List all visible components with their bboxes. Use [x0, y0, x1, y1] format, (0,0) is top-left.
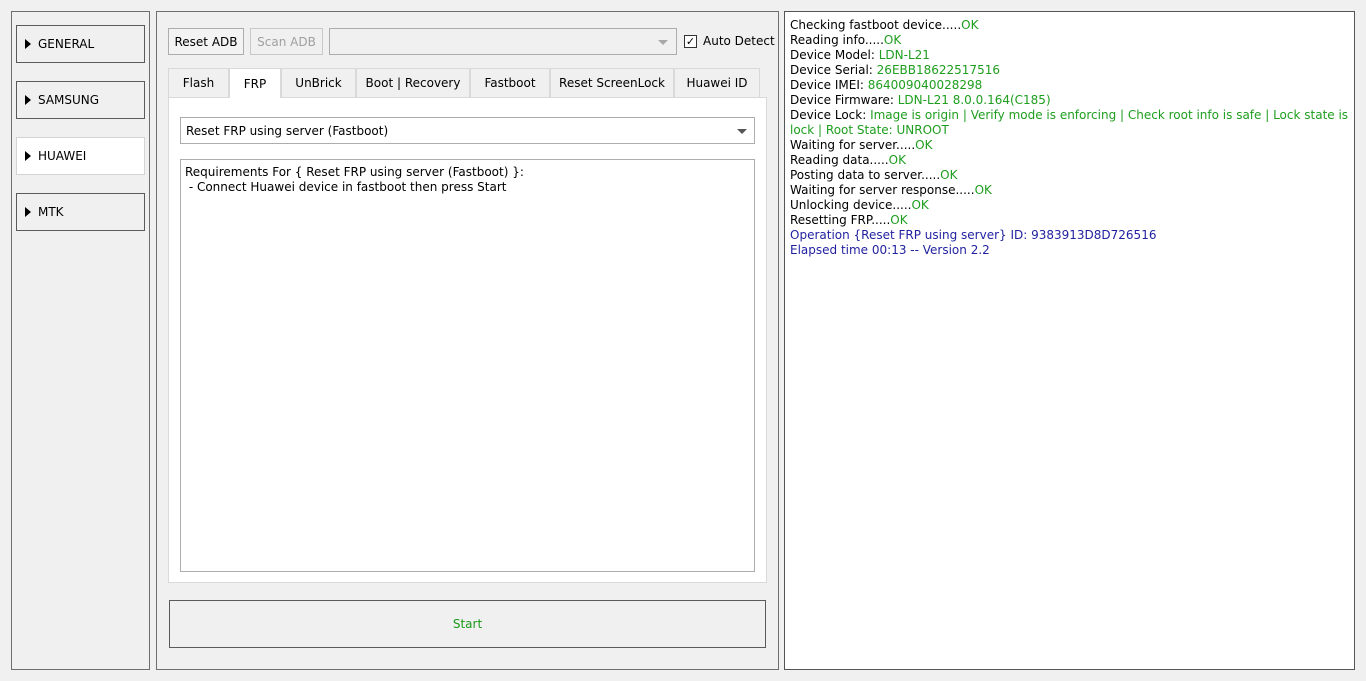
operation-id-line: Operation {Reset FRP using server} ID: 9…	[790, 228, 1157, 242]
device-imei-value: 864009040028298	[867, 78, 983, 92]
requirements-textarea[interactable]: Requirements For { Reset FRP using serve…	[180, 159, 755, 572]
tab-frp[interactable]: FRP	[229, 68, 281, 98]
log-line: Device Firmware: LDN-L21 8.0.0.164(C185)	[790, 93, 1051, 107]
requirements-line: - Connect Huawei device in fastboot then…	[185, 180, 507, 194]
device-model-value: LDN-L21	[878, 48, 930, 62]
status-ok: OK	[888, 153, 906, 167]
device-lock-value: Image is origin | Verify mode is enforci…	[790, 108, 1349, 137]
log-line: Resetting FRP.....OK	[790, 213, 908, 227]
device-serial-value: 26EBB18622517516	[876, 63, 1000, 77]
expand-arrow-icon	[25, 207, 31, 217]
elapsed-time-line: Elapsed time 00:13 -- Version 2.2	[790, 243, 990, 257]
device-select[interactable]	[329, 28, 677, 55]
tab-fastboot[interactable]: Fastboot	[470, 68, 550, 97]
status-ok: OK	[890, 213, 908, 227]
status-ok: OK	[911, 198, 929, 212]
device-firmware-value: LDN-L21 8.0.0.164(C185)	[897, 93, 1051, 107]
log-line: Checking fastboot device.....OK	[790, 18, 979, 32]
sidebar-item-huawei[interactable]: HUAWEI	[16, 137, 145, 175]
tab-flash[interactable]: Flash	[168, 68, 229, 97]
log-line: Posting data to server.....OK	[790, 168, 958, 182]
sidebar-item-samsung[interactable]: SAMSUNG	[16, 81, 145, 119]
sidebar-item-label: GENERAL	[38, 37, 95, 51]
category-sidebar: GENERAL SAMSUNG HUAWEI MTK	[11, 11, 150, 670]
status-ok: OK	[974, 183, 992, 197]
checkmark-icon[interactable]: ✓	[684, 34, 697, 48]
tab-unbrick[interactable]: UnBrick	[281, 68, 356, 97]
expand-arrow-icon	[25, 39, 31, 49]
log-output[interactable]: Checking fastboot device.....OK Reading …	[784, 11, 1355, 670]
sidebar-item-mtk[interactable]: MTK	[16, 193, 145, 231]
auto-detect-label: Auto Detect	[703, 34, 775, 48]
requirements-line: Requirements For { Reset FRP using serve…	[185, 165, 524, 179]
scan-adb-button[interactable]: Scan ADB	[250, 28, 323, 55]
status-ok: OK	[915, 138, 933, 152]
chevron-down-icon	[737, 128, 747, 134]
tab-huawei-id[interactable]: Huawei ID	[674, 68, 760, 97]
reset-adb-button[interactable]: Reset ADB	[168, 28, 244, 55]
expand-arrow-icon	[25, 95, 31, 105]
log-line: Device IMEI: 864009040028298	[790, 78, 983, 92]
chevron-down-icon	[658, 39, 668, 45]
log-line: Unlocking device.....OK	[790, 198, 929, 212]
log-line: Waiting for server response.....OK	[790, 183, 992, 197]
log-line: Device Model: LDN-L21	[790, 48, 930, 62]
status-ok: OK	[883, 33, 902, 47]
log-line: Reading info.....OK	[790, 33, 902, 47]
log-line: Device Serial: 26EBB18622517516	[790, 63, 1000, 77]
start-button[interactable]: Start	[169, 600, 766, 648]
sidebar-item-label: HUAWEI	[38, 149, 87, 163]
log-line: Reading data.....OK	[790, 153, 906, 167]
frp-operation-select[interactable]: Reset FRP using server (Fastboot)	[180, 117, 755, 144]
log-line: Waiting for server.....OK	[790, 138, 933, 152]
auto-detect-checkbox[interactable]: ✓ Auto Detect	[684, 34, 775, 48]
sidebar-item-general[interactable]: GENERAL	[16, 25, 145, 63]
sidebar-item-label: SAMSUNG	[38, 93, 100, 107]
tab-boot-recovery[interactable]: Boot | Recovery	[356, 68, 470, 97]
tab-reset-screenlock[interactable]: Reset ScreenLock	[550, 68, 674, 97]
frp-operation-value: Reset FRP using server (Fastboot)	[186, 123, 389, 138]
expand-arrow-icon	[25, 151, 31, 161]
log-line: Device Lock: Image is origin | Verify mo…	[790, 108, 1349, 137]
status-ok: OK	[961, 18, 979, 32]
status-ok: OK	[940, 168, 958, 182]
sidebar-item-label: MTK	[38, 205, 64, 219]
